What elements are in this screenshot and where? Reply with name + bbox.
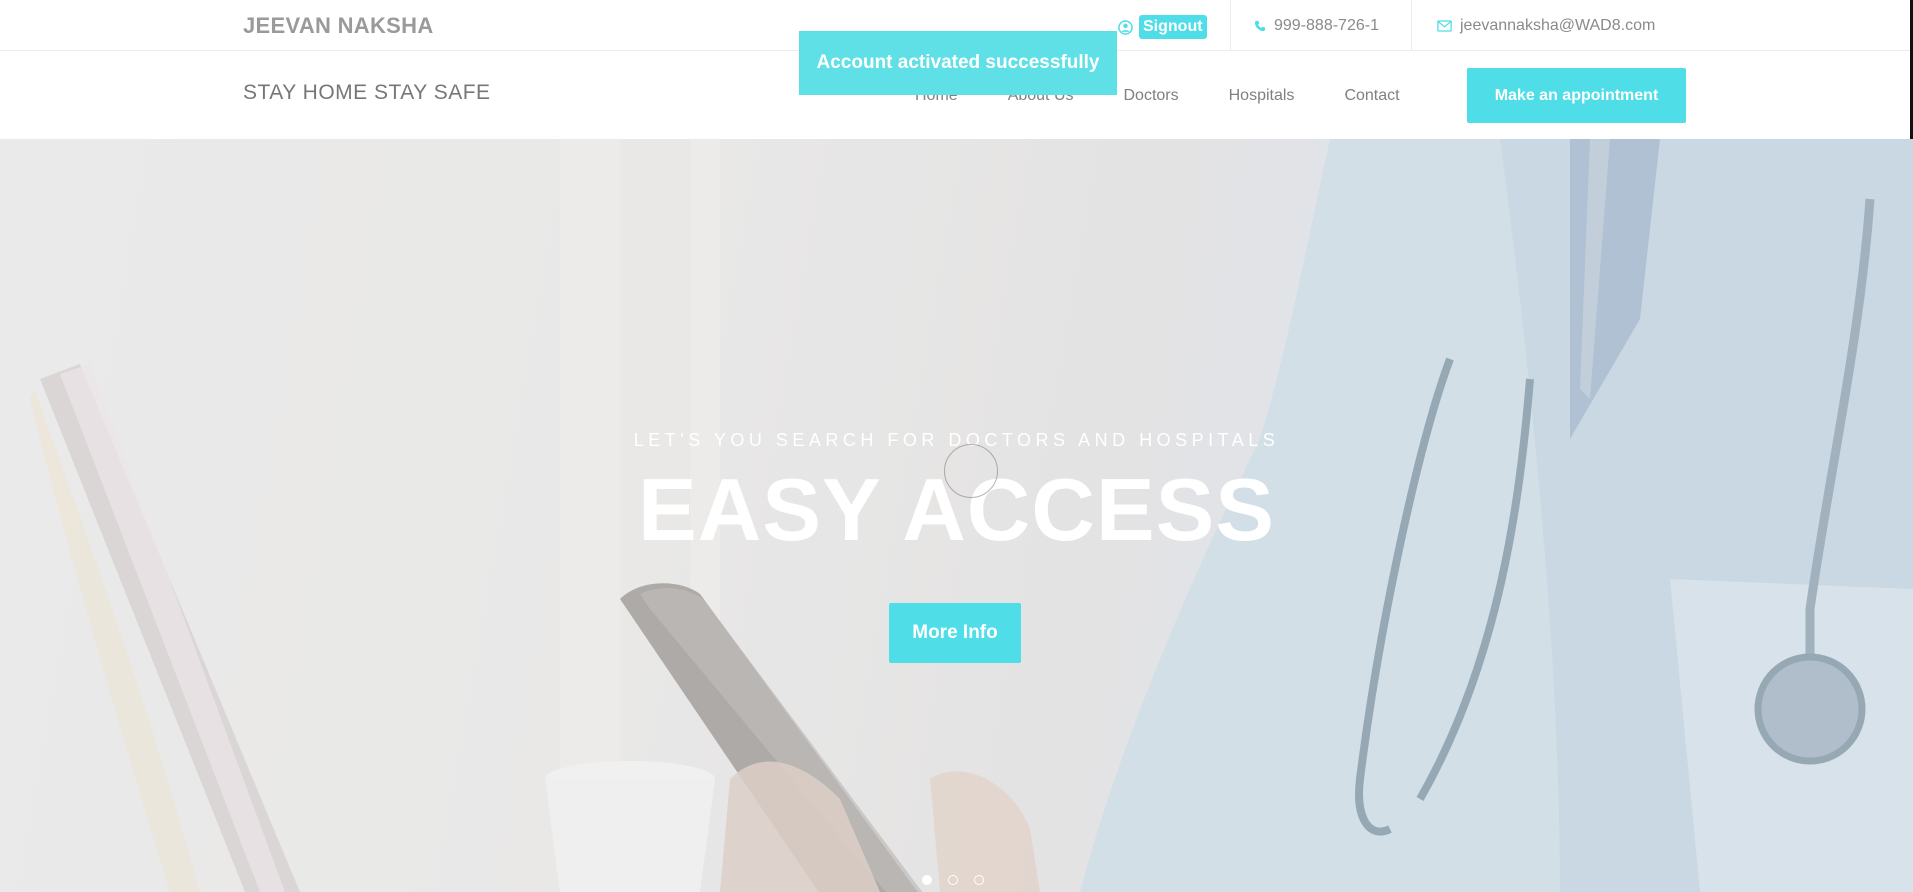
phone-number: 999-888-726-1 — [1274, 17, 1379, 34]
success-toast: Account activated successfully — [799, 31, 1117, 95]
hero-slider: LET'S YOU SEARCH FOR DOCTORS AND HOSPITA… — [0, 139, 1913, 892]
brand-logo-text[interactable]: JEEVAN NAKSHA — [243, 13, 434, 39]
slider-dots — [922, 875, 984, 885]
site-slogan: STAY HOME STAY SAFE — [243, 81, 491, 104]
email-contact[interactable]: jeevannaksha@WAD8.com — [1437, 17, 1655, 35]
envelope-icon — [1437, 20, 1452, 32]
user-circle-icon — [1118, 19, 1133, 35]
topbar-divider — [1230, 0, 1231, 50]
signout-button[interactable]: Signout — [1139, 15, 1207, 39]
nav-contact[interactable]: Contact — [1344, 87, 1399, 105]
slider-dot-1[interactable] — [922, 875, 932, 885]
slider-dot-2[interactable] — [948, 875, 958, 885]
phone-contact[interactable]: 999-888-726-1 — [1254, 17, 1379, 35]
make-appointment-button[interactable]: Make an appointment — [1467, 68, 1686, 123]
nav-hospitals[interactable]: Hospitals — [1229, 87, 1295, 105]
signout-group: Signout — [1118, 15, 1207, 39]
email-address: jeevannaksha@WAD8.com — [1460, 17, 1656, 34]
slider-dot-3[interactable] — [974, 875, 984, 885]
topbar-divider — [1411, 0, 1412, 50]
more-info-button[interactable]: More Info — [889, 603, 1021, 663]
nav-doctors[interactable]: Doctors — [1124, 87, 1179, 105]
phone-icon — [1254, 20, 1266, 32]
loading-spinner — [944, 444, 998, 498]
